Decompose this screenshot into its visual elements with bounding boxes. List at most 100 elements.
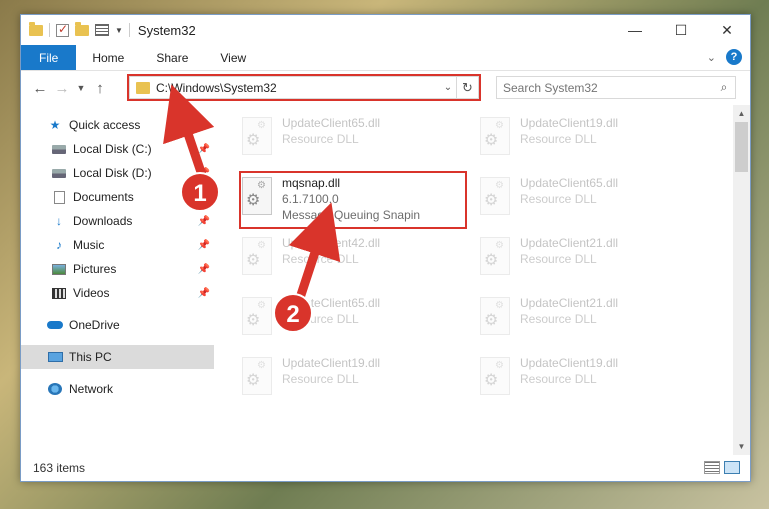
tab-view[interactable]: View	[204, 45, 262, 70]
star-icon: ★	[49, 118, 61, 132]
pin-icon[interactable]: 📌	[198, 288, 210, 299]
expand-ribbon-chevron-icon[interactable]: ⌄	[707, 51, 716, 64]
tab-share[interactable]: Share	[140, 45, 204, 70]
file-item[interactable]: UpdateClient65.dll Resource DLL	[480, 173, 710, 229]
sidebar-item-label: Local Disk (D:)	[73, 166, 152, 180]
computer-icon	[47, 350, 63, 364]
pin-icon[interactable]: 📌	[198, 216, 210, 227]
dll-file-icon	[480, 297, 510, 335]
sidebar-item-pictures[interactable]: Pictures 📌	[21, 257, 214, 281]
file-type: Resource DLL	[520, 192, 597, 206]
properties-check-icon[interactable]	[56, 22, 69, 37]
address-highlight-box	[127, 74, 481, 101]
customize-toolbar-dropdown-icon[interactable]: ▼	[115, 26, 123, 35]
file-type: Resource DLL	[520, 132, 597, 146]
file-name: UpdateClient65.dll	[520, 176, 619, 190]
help-icon[interactable]: ?	[726, 49, 742, 65]
network-icon	[47, 382, 63, 396]
sidebar-item-label: Downloads	[73, 214, 133, 228]
pin-icon[interactable]: 📌	[198, 240, 210, 251]
maximize-button[interactable]: ☐	[658, 15, 704, 45]
file-explorer-window: ▼ System32 — ☐ ✕ File Home Share View ⌄ …	[20, 14, 751, 482]
scroll-down-arrow-icon[interactable]: ▼	[733, 438, 750, 455]
pin-icon[interactable]: 📌	[198, 192, 210, 203]
file-item[interactable]: UpdateClient19.dll Resource DLL	[480, 353, 710, 409]
sidebar-item-documents[interactable]: Documents 📌	[21, 185, 214, 209]
file-type: Resource DLL	[282, 132, 359, 146]
content-area: ★ Quick access Local Disk (C:) 📌 Local D…	[21, 105, 750, 455]
close-button[interactable]: ✕	[704, 15, 750, 45]
pin-icon[interactable]: 📌	[198, 264, 210, 275]
music-note-icon: ♪	[56, 238, 62, 252]
toolbar-divider	[128, 23, 130, 37]
file-name: UpdateClient19.dll	[282, 356, 381, 370]
file-type: Resource DLL	[282, 372, 359, 386]
dll-file-icon	[480, 237, 510, 275]
dll-file-icon	[242, 297, 272, 335]
sidebar-item-label: Documents	[73, 190, 134, 204]
sidebar-item-quick-access[interactable]: ★ Quick access	[21, 113, 214, 137]
properties-icon[interactable]	[95, 24, 109, 36]
quick-access-toolbar: ▼	[21, 21, 130, 37]
navigation-bar: ← → ▼ ↑ C:\Windows\System32 ⌄ ↻ ⌕	[21, 71, 750, 105]
film-icon	[51, 286, 67, 300]
file-item[interactable]: UpdateClient21.dll Resource DLL	[480, 293, 710, 349]
up-arrow-icon[interactable]: ↑	[89, 80, 111, 97]
sidebar-item-local-disk-d[interactable]: Local Disk (D:) 📌	[21, 161, 214, 185]
navigation-pane: ★ Quick access Local Disk (C:) 📌 Local D…	[21, 105, 214, 455]
download-arrow-icon: ↓	[56, 214, 62, 228]
file-item[interactable]: UpdateClient65.dll Resource DLL	[242, 293, 472, 349]
scroll-up-arrow-icon[interactable]: ▲	[733, 105, 750, 122]
sidebar-item-videos[interactable]: Videos 📌	[21, 281, 214, 305]
sidebar-item-label: Network	[69, 382, 114, 396]
large-icons-view-icon[interactable]	[724, 461, 740, 474]
scrollbar-thumb[interactable]	[735, 122, 748, 172]
tab-home[interactable]: Home	[76, 45, 140, 70]
file-list: UpdateClient65.dll Resource DLL UpdateCl…	[214, 105, 750, 455]
tab-file[interactable]: File	[21, 45, 77, 70]
file-item[interactable]: UpdateClient19.dll Resource DLL	[480, 113, 710, 169]
file-name: UpdateClient21.dll	[520, 296, 619, 310]
details-view-icon[interactable]	[704, 461, 720, 474]
new-folder-icon[interactable]	[75, 21, 89, 36]
sidebar-item-label: OneDrive	[69, 318, 120, 332]
sidebar-item-downloads[interactable]: ↓ Downloads 📌	[21, 209, 214, 233]
forward-arrow-icon[interactable]: →	[51, 80, 73, 97]
minimize-button[interactable]: —	[612, 15, 658, 45]
sidebar-item-label: Quick access	[69, 118, 141, 132]
item-count: 163 items	[33, 461, 86, 475]
file-item[interactable]: UpdateClient21.dll Resource DLL	[480, 233, 710, 289]
file-name: UpdateClient65.dll	[282, 296, 381, 310]
sidebar-item-local-disk-c[interactable]: Local Disk (C:) 📌	[21, 137, 214, 161]
back-arrow-icon[interactable]: ←	[29, 80, 51, 97]
file-type: Resource DLL	[520, 252, 597, 266]
vertical-scrollbar[interactable]: ▲ ▼	[733, 105, 750, 455]
file-item[interactable]: UpdateClient42.dll Resource DLL	[242, 233, 472, 289]
dll-file-icon	[242, 237, 272, 275]
pin-icon[interactable]: 📌	[198, 168, 210, 179]
sidebar-item-onedrive[interactable]: OneDrive	[21, 313, 214, 337]
dll-file-icon	[480, 177, 510, 215]
sidebar-item-network[interactable]: Network	[21, 377, 214, 401]
file-type: Resource DLL	[282, 312, 359, 326]
pin-icon[interactable]: 📌	[198, 144, 210, 155]
file-item[interactable]: UpdateClient65.dll Resource DLL	[242, 113, 472, 169]
file-type: Resource DLL	[520, 372, 597, 386]
drive-icon	[51, 142, 67, 156]
drive-icon	[51, 166, 67, 180]
window-title: System32	[137, 22, 196, 38]
dll-file-icon	[480, 117, 510, 155]
file-item[interactable]: UpdateClient19.dll Resource DLL	[242, 353, 472, 409]
search-icon[interactable]: ⌕	[713, 80, 735, 95]
sidebar-item-music[interactable]: ♪ Music 📌	[21, 233, 214, 257]
file-name: UpdateClient65.dll	[282, 116, 381, 130]
recent-locations-dropdown-icon[interactable]: ▼	[73, 83, 89, 93]
document-icon	[51, 190, 67, 204]
file-type: Resource DLL	[520, 312, 597, 326]
search-box[interactable]: ⌕	[496, 76, 736, 99]
dll-file-icon	[242, 117, 272, 155]
cloud-icon	[47, 318, 63, 332]
sidebar-item-label: This PC	[69, 350, 112, 364]
sidebar-item-this-pc[interactable]: This PC	[21, 345, 214, 369]
search-input[interactable]	[503, 80, 713, 95]
